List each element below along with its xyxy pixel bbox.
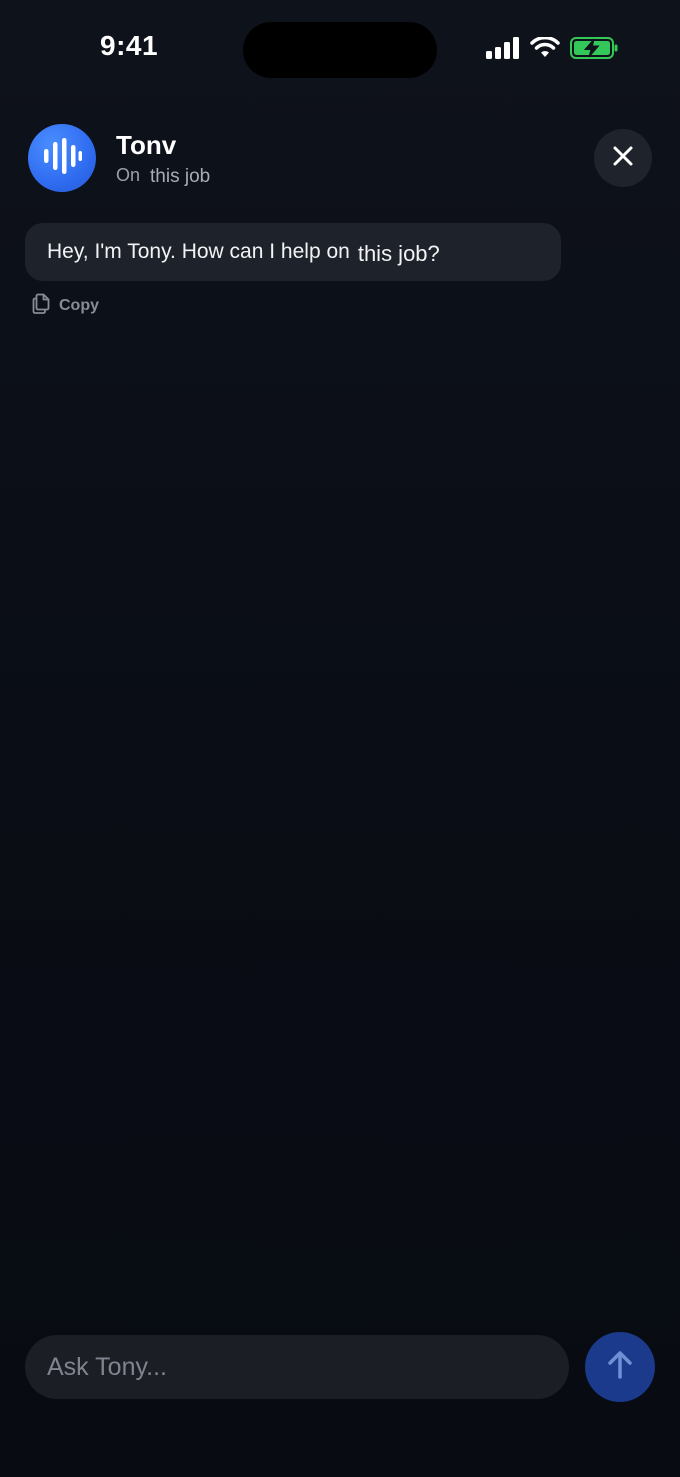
- agent-status: On: [116, 165, 141, 185]
- assistant-message: Hey, I'm Tony. How can I help on this jo…: [25, 223, 561, 281]
- wifi-icon: [530, 35, 560, 64]
- agent-context: this job: [150, 166, 211, 187]
- message-text-tail: this job?: [357, 241, 440, 266]
- copy-label: Copy: [59, 296, 99, 314]
- chat-header: Tonv On this job: [28, 124, 652, 192]
- audio-wave-icon: [42, 137, 82, 179]
- signal-icon: [486, 37, 520, 64]
- close-button[interactable]: [594, 129, 652, 187]
- agent-name: Tonv: [116, 130, 177, 160]
- dynamic-island: [243, 22, 437, 78]
- avatar: [28, 124, 96, 192]
- status-time: 9:41: [100, 30, 159, 61]
- message-text: Hey, I'm Tony. How can I help on: [47, 240, 350, 263]
- copy-icon: [32, 292, 51, 319]
- copy-button[interactable]: Copy: [32, 292, 99, 319]
- close-icon: [612, 145, 634, 172]
- battery-charging-icon: [570, 36, 618, 65]
- send-button[interactable]: [585, 1332, 655, 1402]
- ask-input[interactable]: [25, 1335, 569, 1399]
- arrow-up-icon: [607, 1350, 633, 1385]
- status-icons: [486, 35, 618, 65]
- status-bar: 9:41: [0, 0, 680, 100]
